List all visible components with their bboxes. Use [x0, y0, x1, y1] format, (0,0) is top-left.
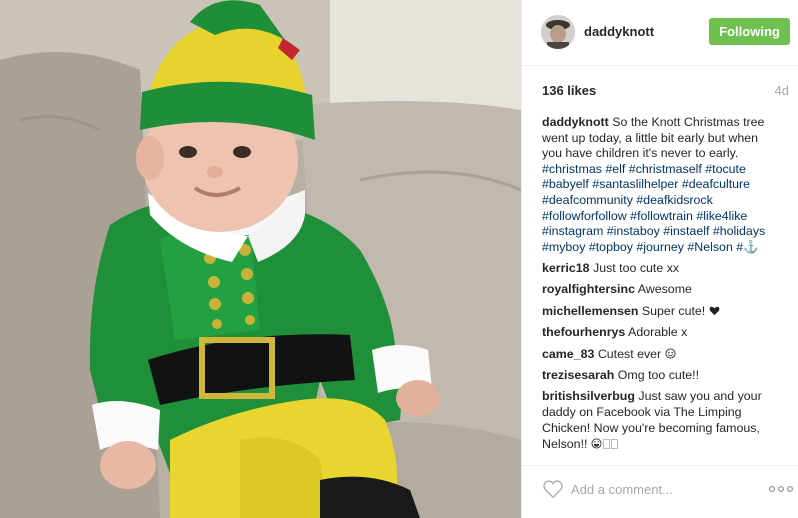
avatar-image	[541, 15, 575, 49]
comment-text: Adorable x	[628, 325, 688, 340]
hashtag-link[interactable]: #followtrain	[630, 209, 693, 223]
smiling-face-icon	[665, 347, 676, 359]
avatar[interactable]	[541, 15, 575, 49]
caption-line: #instagram #instaboy #instaelf #holidays	[542, 224, 792, 240]
hashtag-link[interactable]: #christmaself	[629, 162, 702, 176]
black-heart-icon	[709, 306, 720, 315]
post-header: daddyknott Following	[522, 0, 798, 66]
post-photo[interactable]	[0, 0, 521, 518]
hashtag-link[interactable]: #like4like	[696, 209, 747, 223]
comment-footer	[522, 465, 798, 518]
post-side-panel: daddyknott Following 136 likes 4d daddyk…	[521, 0, 798, 518]
hashtag-link[interactable]: #santaslilhelper	[592, 177, 678, 191]
hashtag-link[interactable]: #instaelf	[663, 224, 709, 238]
hashtag-link[interactable]: #⚓	[736, 240, 758, 254]
comment-username[interactable]: thefourhenrys	[542, 325, 625, 339]
comment-item: came_83 Cutest ever	[542, 347, 792, 363]
grinning-face-icon	[591, 438, 602, 449]
missing-glyph-icon	[602, 438, 610, 449]
comment-item: trezisesarah Omg too cute!!	[542, 368, 792, 384]
hashtag-link[interactable]: #babyelf	[542, 177, 589, 191]
comment-item: britishsilverbug Just saw you and your d…	[542, 389, 792, 452]
add-comment-input[interactable]	[571, 477, 751, 501]
hashtag-link[interactable]: #holidays	[713, 224, 765, 238]
comment-username[interactable]: trezisesarah	[542, 368, 614, 382]
comment-username[interactable]: britishsilverbug	[542, 389, 635, 403]
following-button[interactable]: Following	[709, 18, 790, 45]
comment-text: Omg too cute!!	[617, 367, 700, 382]
caption-line: #myboy #topboy #journey #Nelson #⚓	[542, 240, 792, 256]
comments-list: daddyknott So the Knott Christmas tree we…	[542, 115, 792, 460]
caption-author[interactable]: daddyknott	[542, 115, 609, 129]
hashtag-link[interactable]: #followforfollow	[542, 209, 627, 223]
hashtag-link[interactable]: #tocute	[705, 162, 746, 176]
comment-text: Super cute!	[641, 303, 706, 318]
hashtag-link[interactable]: #topboy	[589, 240, 633, 254]
baby-elf-photo	[0, 0, 521, 518]
likes-count[interactable]: 136 likes	[542, 83, 596, 98]
hashtag-link[interactable]: #Nelson	[687, 240, 732, 254]
comment-item: royalfightersinc Awesome	[542, 282, 792, 298]
caption-line: you have children it's never to early.	[542, 146, 792, 162]
post-age[interactable]: 4d	[775, 83, 789, 98]
hashtag-link[interactable]: #deafcommunity	[542, 193, 633, 207]
heart-icon[interactable]	[542, 478, 564, 500]
comment-item: kerric18 Just too cute xx	[542, 261, 792, 277]
caption-line: #deafcommunity #deafkidsrock	[542, 193, 792, 209]
comment-text: Awesome	[637, 282, 692, 297]
missing-glyph-icon	[610, 438, 618, 449]
caption-line: #babyelf #santaslilhelper #deafculture	[542, 177, 792, 193]
hashtag-link[interactable]: #deafkidsrock	[636, 193, 712, 207]
comment-username[interactable]: michellemensen	[542, 304, 638, 318]
hashtag-link[interactable]: #myboy	[542, 240, 585, 254]
author-username[interactable]: daddyknott	[584, 24, 654, 39]
comment-item: michellemensen Super cute!	[542, 304, 792, 320]
comment-username[interactable]: kerric18	[542, 261, 590, 275]
comment-text: Just too cute xx	[593, 260, 680, 275]
comment-item: thefourhenrys Adorable x	[542, 325, 792, 341]
hashtag-link[interactable]: #deafculture	[682, 177, 750, 191]
caption-line: #christmas #elf #christmaself #tocute	[542, 162, 792, 178]
post-stats: 136 likes 4d	[522, 66, 798, 112]
caption: daddyknott So the Knott Christmas tree we…	[542, 115, 792, 255]
more-options-icon[interactable]	[769, 483, 793, 495]
hashtag-link[interactable]: #instaboy	[607, 224, 660, 238]
caption-line: went up today, a little bit early but wh…	[542, 131, 792, 147]
hashtag-link[interactable]: #journey	[636, 240, 684, 254]
hashtag-link[interactable]: #instagram	[542, 224, 603, 238]
comment-username[interactable]: came_83	[542, 347, 594, 361]
caption-line: daddyknott So the Knott Christmas tree	[542, 115, 792, 131]
caption-text: So the Knott Christmas tree	[612, 115, 765, 129]
comment-username[interactable]: royalfightersinc	[542, 282, 635, 296]
hashtag-link[interactable]: #elf	[605, 162, 625, 176]
instagram-post-modal: daddyknott Following 136 likes 4d daddyk…	[0, 0, 798, 518]
caption-text: you have children it's never to early.	[542, 146, 739, 161]
hashtag-link[interactable]: #christmas	[542, 162, 602, 176]
caption-text: went up today, a little bit early but wh…	[542, 130, 759, 145]
comment-text: Cutest ever	[597, 346, 662, 361]
caption-line: #followforfollow #followtrain #like4like	[542, 209, 792, 225]
